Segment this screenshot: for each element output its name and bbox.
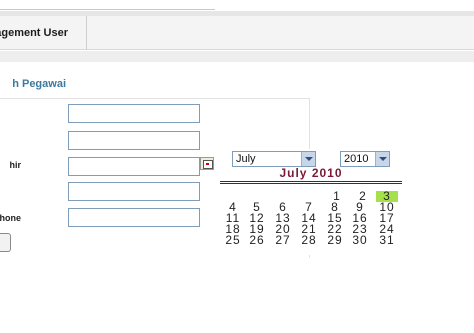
calendar-days-grid: 1 2 3 4 5 6 7 8 9 10 11 12 13 14 15 16 1… xyxy=(220,190,400,246)
year-select[interactable]: 2010 xyxy=(340,151,390,167)
week-row: 25 26 27 28 29 30 31 xyxy=(220,234,400,246)
menu-bar: agement User xyxy=(0,16,474,50)
submit-button[interactable] xyxy=(0,233,11,252)
calendar-title: July 2010 xyxy=(279,166,343,180)
day-cell[interactable]: 28 xyxy=(296,234,322,246)
year-select-value: 2010 xyxy=(344,153,369,165)
menu-item-management-user[interactable]: agement User xyxy=(0,16,87,50)
section-title-wrap: h Pegawai xyxy=(0,78,66,94)
text-field-2[interactable] xyxy=(68,131,200,150)
menu-item-label: agement User xyxy=(0,27,68,39)
section-title: h Pegawai xyxy=(12,78,66,90)
calendar-divider-bottom xyxy=(220,183,402,184)
text-field-1[interactable] xyxy=(68,104,200,123)
birth-date-field[interactable] xyxy=(68,157,200,176)
page: agement User h Pegawai hir hone July 201… xyxy=(0,0,474,333)
calendar-icon[interactable] xyxy=(200,157,214,170)
day-cell xyxy=(274,191,300,202)
top-divider xyxy=(0,9,215,10)
separator-band xyxy=(0,51,474,62)
chevron-down-icon[interactable] xyxy=(301,152,315,166)
day-cell[interactable]: 26 xyxy=(244,234,270,246)
birth-date-label: hir xyxy=(9,160,21,170)
birth-date-label-wrap: hir xyxy=(0,160,21,174)
day-cell xyxy=(248,191,274,202)
text-field-4[interactable] xyxy=(68,182,200,201)
phone-field[interactable] xyxy=(68,208,200,227)
day-cell[interactable]: 29 xyxy=(322,234,348,246)
phone-label: hone xyxy=(0,213,21,223)
day-cell[interactable]: 31 xyxy=(374,234,400,246)
phone-label-wrap: hone xyxy=(0,213,21,227)
day-cell xyxy=(300,191,326,202)
chevron-down-icon[interactable] xyxy=(375,152,389,166)
month-select[interactable]: July xyxy=(232,151,316,167)
day-cell[interactable]: 27 xyxy=(270,234,296,246)
calendar-popup: July 2010 July 2010 1 2 3 4 5 6 7 8 9 10… xyxy=(216,149,406,255)
day-cell[interactable]: 25 xyxy=(220,234,246,246)
month-select-value: July xyxy=(236,153,256,165)
calendar-divider-top xyxy=(220,181,402,182)
day-cell[interactable]: 30 xyxy=(347,234,373,246)
